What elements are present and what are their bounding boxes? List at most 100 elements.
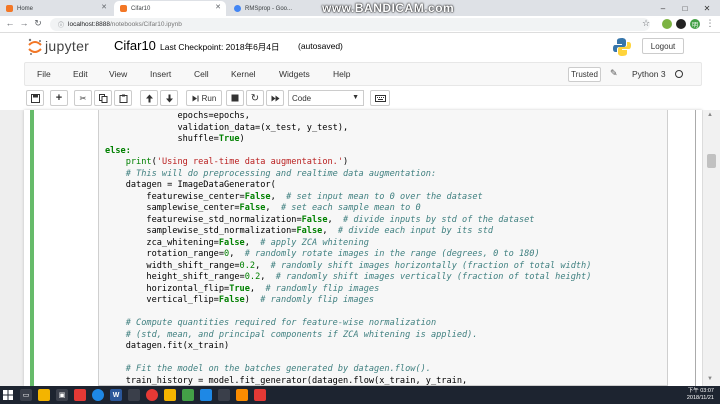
python-logo-icon [613, 38, 631, 56]
paste-icon[interactable] [114, 90, 132, 106]
bookmark-star-icon[interactable]: ☆ [640, 18, 652, 29]
keyboard-icon[interactable] [370, 90, 390, 106]
code-token: # randomly shift images vertically (frac… [275, 272, 592, 282]
menu-view[interactable]: View [109, 69, 127, 79]
code-line: datagen.fit(x_train) [105, 341, 229, 353]
code-token: height_shift_range= [146, 272, 245, 282]
move-up-icon[interactable] [140, 90, 158, 106]
minimize-icon[interactable]: – [652, 0, 674, 16]
code-token: # (std, mean, and principal components i… [125, 329, 478, 340]
app-icon[interactable] [146, 389, 158, 401]
pencil-icon[interactable]: ✎ [610, 68, 618, 79]
profile-avatar[interactable]: 明 [690, 19, 700, 29]
restart-kernel-icon[interactable]: ↻ [246, 90, 264, 106]
run-button[interactable]: Run [186, 90, 222, 106]
menu-cell[interactable]: Cell [194, 69, 209, 79]
back-icon[interactable]: ← [4, 18, 16, 28]
code-line: epochs=epochs, [105, 111, 249, 123]
bandicam-icon[interactable] [254, 389, 266, 401]
code-token: # Compute quantities required for featur… [125, 318, 437, 328]
file-explorer-icon[interactable] [38, 389, 50, 401]
extension-icon[interactable] [676, 19, 686, 29]
url-input[interactable]: ⓘ localhost:8888/notebooks/Cifar10.ipynb [50, 18, 650, 31]
extension-icon[interactable] [662, 19, 672, 29]
scroll-down-icon[interactable]: ▼ [707, 376, 713, 382]
tab-cifar10[interactable]: Cifar10 ✕ [114, 1, 226, 16]
system-clock[interactable]: 下午 03:07 2018/11/21 [664, 388, 714, 402]
notebook-title[interactable]: Cifar10 [114, 38, 156, 53]
code-line: # Fit the model on the batches generated… [105, 364, 431, 376]
code-cell-selected[interactable]: epochs=epochs, validation_data=(x_test, … [30, 110, 696, 386]
cell-type-select[interactable]: Code ▼ [288, 90, 364, 106]
app-icon[interactable] [182, 389, 194, 401]
code-token: vertical_flip= [146, 295, 219, 305]
cut-icon[interactable]: ✂ [74, 90, 92, 106]
close-icon[interactable]: ✕ [101, 3, 107, 11]
code-token: True [218, 134, 240, 144]
app-icon[interactable] [236, 389, 248, 401]
scroll-up-icon[interactable]: ▲ [707, 112, 713, 118]
code-token: 'Using real-time data augmentation.' [156, 157, 344, 167]
app-icon[interactable] [128, 389, 140, 401]
chrome-icon[interactable] [92, 389, 104, 401]
close-window-icon[interactable]: ✕ [696, 0, 718, 16]
menu-kernel[interactable]: Kernel [231, 69, 256, 79]
task-view-icon[interactable]: ▭ [20, 389, 32, 401]
code-line: # Compute quantities required for featur… [105, 318, 436, 330]
word-icon[interactable]: W [110, 389, 122, 401]
code-token: False [239, 203, 266, 213]
menu-insert[interactable]: Insert [150, 69, 171, 79]
code-editor[interactable]: epochs=epochs, validation_data=(x_test, … [98, 110, 668, 386]
maximize-icon[interactable]: □ [674, 0, 696, 16]
logout-button[interactable]: Logout [642, 38, 684, 54]
code-line: datagen = ImageDataGenerator( [105, 180, 276, 192]
interrupt-kernel-icon[interactable] [226, 90, 244, 106]
tab-label: Home [17, 5, 34, 12]
code-token: featurewise_center= [146, 191, 245, 202]
menu-widgets[interactable]: Widgets [279, 69, 310, 79]
code-token: train_history = model.fit_generator(data… [125, 375, 468, 386]
page-scrollbar[interactable]: ▲ ▼ [703, 110, 720, 386]
scrollbar-thumb[interactable] [707, 154, 716, 168]
fast-forward-icon[interactable] [266, 90, 284, 106]
app-icon[interactable] [200, 389, 212, 401]
jupyter-logo-icon[interactable] [28, 38, 42, 56]
save-icon[interactable] [26, 90, 44, 106]
trusted-indicator[interactable]: Trusted [568, 67, 601, 82]
kernel-name[interactable]: Python 3 [632, 69, 666, 79]
code-line: zca_whitening=False, # apply ZCA whiteni… [105, 238, 369, 250]
code-token: , [322, 226, 338, 236]
reload-icon[interactable]: ↻ [32, 18, 44, 29]
windows-start-icon[interactable] [3, 390, 13, 400]
kernel-idle-icon [675, 70, 683, 78]
app-icon[interactable] [74, 389, 86, 401]
app-icon[interactable] [164, 389, 176, 401]
menu-edit[interactable]: Edit [73, 69, 88, 79]
menu-dots-icon[interactable]: ⋮ [704, 18, 716, 29]
code-line: vertical_flip=False) # randomly flip ima… [105, 295, 374, 307]
watermark-brand: BANDICAM [354, 1, 425, 15]
add-cell-icon[interactable]: + [50, 90, 68, 106]
tab-home[interactable]: Home ✕ [0, 1, 112, 16]
menu-file[interactable]: File [37, 69, 51, 79]
app-icon[interactable] [218, 389, 230, 401]
forward-icon[interactable]: → [18, 18, 30, 28]
code-token: horizontal_flip= [146, 283, 230, 294]
code-token: # divide each input by its std [337, 226, 494, 236]
move-down-icon[interactable] [160, 90, 178, 106]
code-token: # This will do preprocessing and realtim… [125, 168, 437, 179]
jupyter-favicon-icon [120, 5, 127, 12]
copy-icon[interactable] [94, 90, 112, 106]
code-token: samplewise_std_normalization= [146, 226, 297, 236]
menu-help[interactable]: Help [333, 69, 350, 79]
jupyter-brand[interactable]: jupyter [45, 38, 89, 54]
code-line: width_shift_range=0.2, # randomly shift … [105, 261, 591, 273]
close-icon[interactable]: ✕ [215, 3, 221, 11]
store-icon[interactable]: ▣ [56, 389, 68, 401]
code-token: print [125, 157, 152, 167]
